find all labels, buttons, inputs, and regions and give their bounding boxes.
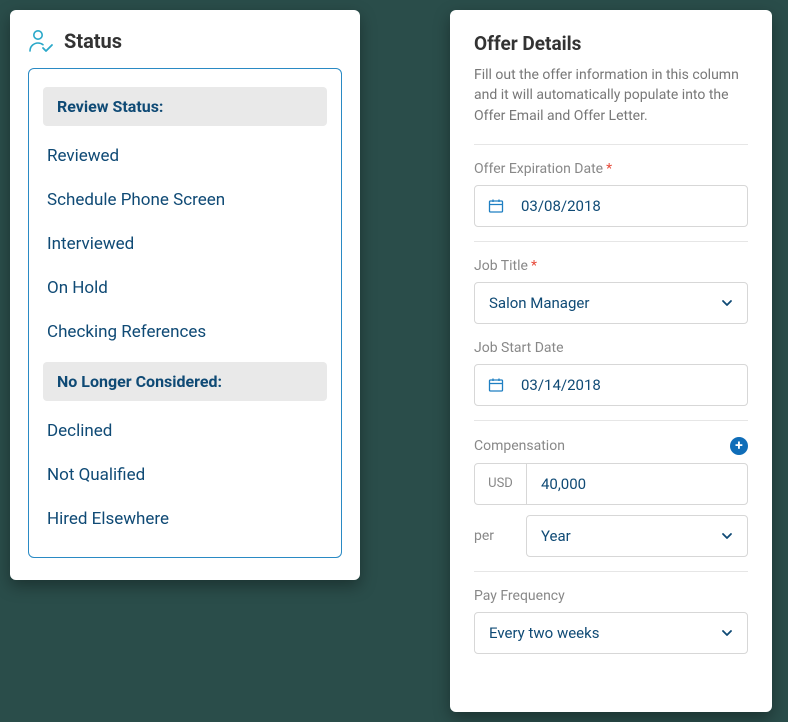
job-start-date-input[interactable]: 03/14/2018 [474,364,748,406]
status-option-interviewed[interactable]: Interviewed [43,222,327,266]
divider [474,420,748,421]
status-option-not-qualified[interactable]: Not Qualified [43,453,327,497]
per-label: per [474,528,512,544]
compensation-period-select[interactable]: Year [526,515,748,557]
add-compensation-button[interactable]: + [730,437,748,455]
group-review-status: Review Status: [43,87,327,126]
compensation-amount-value: 40,000 [527,475,747,493]
currency-prefix: USD [475,464,527,504]
divider [474,571,748,572]
job-title-label: Job Title* [474,258,748,274]
job-title-select[interactable]: Salon Manager [474,282,748,324]
divider [474,241,748,242]
compensation-period-value: Year [527,527,707,545]
chevron-down-icon [707,626,747,640]
offer-title: Offer Details [474,32,748,55]
compensation-label: Compensation + [474,437,748,455]
status-card: Status Review Status: Reviewed Schedule … [10,10,360,580]
job-title-value: Salon Manager [475,294,707,312]
offer-expiration-value: 03/08/2018 [517,197,747,215]
offer-expiration-label: Offer Expiration Date* [474,161,748,177]
chevron-down-icon [707,529,747,543]
status-title: Status [64,29,122,53]
status-option-on-hold[interactable]: On Hold [43,266,327,310]
compensation-period-row: per Year [474,515,748,557]
chevron-down-icon [707,296,747,310]
pay-frequency-value: Every two weeks [475,624,707,642]
divider [474,144,748,145]
offer-description: Fill out the offer information in this c… [474,65,748,126]
status-option-schedule-phone-screen[interactable]: Schedule Phone Screen [43,178,327,222]
status-header: Status [28,28,342,54]
job-start-date-value: 03/14/2018 [517,376,747,394]
pay-frequency-label: Pay Frequency [474,588,748,604]
status-option-reviewed[interactable]: Reviewed [43,134,327,178]
group-no-longer-considered: No Longer Considered: [43,362,327,401]
status-box: Review Status: Reviewed Schedule Phone S… [28,68,342,558]
pay-frequency-select[interactable]: Every two weeks [474,612,748,654]
calendar-icon [475,198,517,214]
status-option-declined[interactable]: Declined [43,409,327,453]
status-option-hired-elsewhere[interactable]: Hired Elsewhere [43,497,327,541]
job-start-date-label: Job Start Date [474,340,748,356]
calendar-icon [475,377,517,393]
offer-details-card: Offer Details Fill out the offer informa… [450,10,772,712]
compensation-amount-input[interactable]: USD 40,000 [474,463,748,505]
offer-expiration-input[interactable]: 03/08/2018 [474,185,748,227]
person-status-icon [28,28,54,54]
status-option-checking-references[interactable]: Checking References [43,310,327,354]
